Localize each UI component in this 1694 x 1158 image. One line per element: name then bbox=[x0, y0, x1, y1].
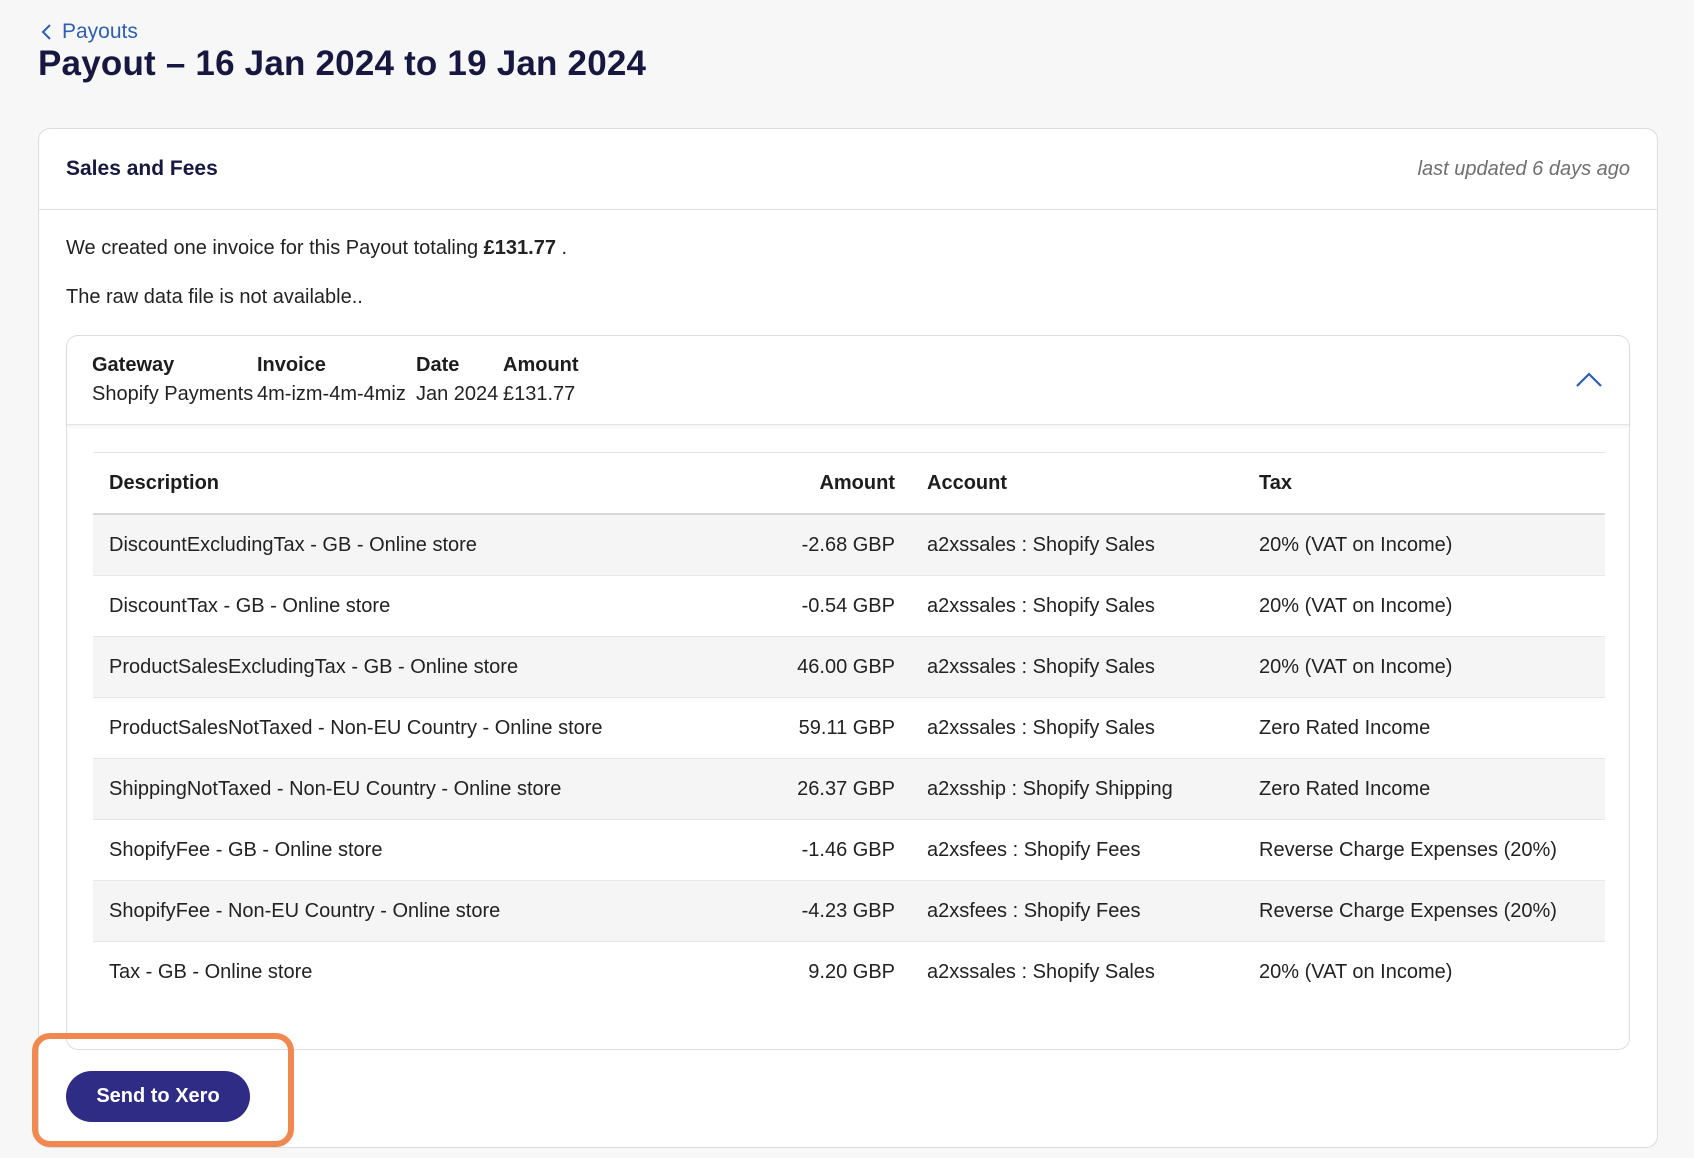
row-tax: 20% (VAT on Income) bbox=[1243, 514, 1605, 576]
table-row: ShopifyFee - Non-EU Country - Online sto… bbox=[93, 880, 1605, 942]
row-account: a2xssales : Shopify Sales bbox=[927, 960, 1155, 983]
invoice-summary-text: We created one invoice for this Payout t… bbox=[66, 237, 567, 260]
invoice-value: 4m-izm-4m-4miz bbox=[257, 383, 406, 405]
row-description: ShopifyFee - Non-EU Country - Online sto… bbox=[93, 880, 745, 942]
amount-value: £131.77 bbox=[503, 383, 576, 405]
table-row: ProductSalesNotTaxed - Non-EU Country - … bbox=[93, 697, 1605, 759]
last-updated-text: last updated 6 days ago bbox=[1417, 157, 1630, 180]
page-title: Payout – 16 Jan 2024 to 19 Jan 2024 bbox=[38, 44, 647, 83]
amount-column: Amount £131.77 bbox=[503, 354, 579, 406]
intro-total: £131.77 bbox=[483, 237, 556, 259]
breadcrumb-label: Payouts bbox=[62, 20, 138, 43]
row-tax: Reverse Charge Expenses (20%) bbox=[1243, 880, 1605, 942]
account-column-header: Account bbox=[927, 471, 1007, 494]
intro-suffix: . bbox=[555, 237, 568, 259]
invoice-panel: Gateway Shopify Payments Invoice 4m-izm-… bbox=[66, 335, 1630, 1050]
date-value: Jan 2024 bbox=[416, 383, 499, 405]
back-to-payouts-link[interactable]: Payouts bbox=[40, 20, 138, 44]
raw-data-note: The raw data file is not available.. bbox=[66, 286, 363, 308]
amount-column-header: Amount bbox=[819, 471, 895, 494]
invoice-header: Invoice bbox=[257, 354, 326, 376]
date-column: Date Jan 2024 bbox=[416, 354, 498, 406]
table-row: DiscountTax - GB - Online store -0.54 GB… bbox=[93, 575, 1605, 637]
send-to-xero-button[interactable]: Send to Xero bbox=[66, 1071, 250, 1122]
row-description: Tax - GB - Online store bbox=[109, 960, 313, 983]
row-description: ProductSalesNotTaxed - Non-EU Country - … bbox=[93, 697, 745, 759]
card-header: Sales and Fees last updated 6 days ago bbox=[39, 129, 1657, 210]
table-header-row: Description Amount Account Tax bbox=[93, 452, 1605, 514]
invoice-summary-header[interactable]: Gateway Shopify Payments Invoice 4m-izm-… bbox=[67, 336, 1629, 425]
description-column-header: Description bbox=[109, 471, 220, 494]
intro-prefix: We created one invoice for this Payout t… bbox=[66, 237, 484, 259]
row-amount: 46.00 GBP bbox=[745, 636, 911, 698]
gateway-header: Gateway bbox=[92, 354, 175, 376]
row-amount: 9.20 GBP bbox=[808, 960, 895, 983]
row-amount: -0.54 GBP bbox=[745, 575, 911, 637]
card-title: Sales and Fees bbox=[66, 157, 218, 180]
line-items-table: Description Amount Account Tax DiscountE… bbox=[93, 452, 1605, 1002]
invoice-column: Invoice 4m-izm-4m-4miz bbox=[257, 354, 406, 406]
table-row: ShopifyFee - GB - Online store -1.46 GBP… bbox=[93, 819, 1605, 881]
row-account: a2xsfees : Shopify Fees bbox=[911, 819, 1243, 881]
chevron-left-icon bbox=[41, 24, 51, 40]
table-row: ProductSalesExcludingTax - GB - Online s… bbox=[93, 636, 1605, 698]
tax-column-header: Tax bbox=[1259, 471, 1292, 494]
gateway-value: Shopify Payments bbox=[92, 383, 254, 405]
date-header: Date bbox=[416, 354, 460, 376]
row-amount: -4.23 GBP bbox=[745, 880, 911, 942]
row-description: ShopifyFee - GB - Online store bbox=[93, 819, 745, 881]
row-description: DiscountTax - GB - Online store bbox=[93, 575, 745, 637]
row-amount: -1.46 GBP bbox=[745, 819, 911, 881]
table-row: DiscountExcludingTax - GB - Online store… bbox=[93, 514, 1605, 576]
line-items-table-wrapper: Description Amount Account Tax DiscountE… bbox=[93, 452, 1605, 1002]
amount-header: Amount bbox=[503, 354, 579, 376]
row-amount: 59.11 GBP bbox=[745, 697, 911, 759]
sales-and-fees-card: Sales and Fees last updated 6 days ago W… bbox=[38, 128, 1658, 1148]
row-description: ProductSalesExcludingTax - GB - Online s… bbox=[93, 636, 745, 698]
row-tax: 20% (VAT on Income) bbox=[1243, 575, 1605, 637]
row-tax: Reverse Charge Expenses (20%) bbox=[1243, 819, 1605, 881]
row-account: a2xssales : Shopify Sales bbox=[911, 575, 1243, 637]
row-tax: Zero Rated Income bbox=[1243, 758, 1605, 820]
table-row: ShippingNotTaxed - Non-EU Country - Onli… bbox=[93, 758, 1605, 820]
row-tax: Zero Rated Income bbox=[1243, 697, 1605, 759]
row-account: a2xsfees : Shopify Fees bbox=[911, 880, 1243, 942]
row-account: a2xssales : Shopify Sales bbox=[911, 514, 1243, 576]
row-tax: 20% (VAT on Income) bbox=[1243, 636, 1605, 698]
chevron-up-icon[interactable] bbox=[1575, 370, 1603, 388]
table-row: Tax - GB - Online store 9.20 GBP a2xssal… bbox=[93, 942, 1605, 1003]
row-description: ShippingNotTaxed - Non-EU Country - Onli… bbox=[93, 758, 745, 820]
row-account: a2xsship : Shopify Shipping bbox=[911, 758, 1243, 820]
row-account: a2xssales : Shopify Sales bbox=[911, 636, 1243, 698]
row-amount: 26.37 GBP bbox=[745, 758, 911, 820]
row-account: a2xssales : Shopify Sales bbox=[911, 697, 1243, 759]
row-description: DiscountExcludingTax - GB - Online store bbox=[93, 514, 745, 576]
row-tax: 20% (VAT on Income) bbox=[1259, 960, 1453, 983]
gateway-column: Gateway Shopify Payments bbox=[92, 354, 253, 406]
row-amount: -2.68 GBP bbox=[745, 514, 911, 576]
